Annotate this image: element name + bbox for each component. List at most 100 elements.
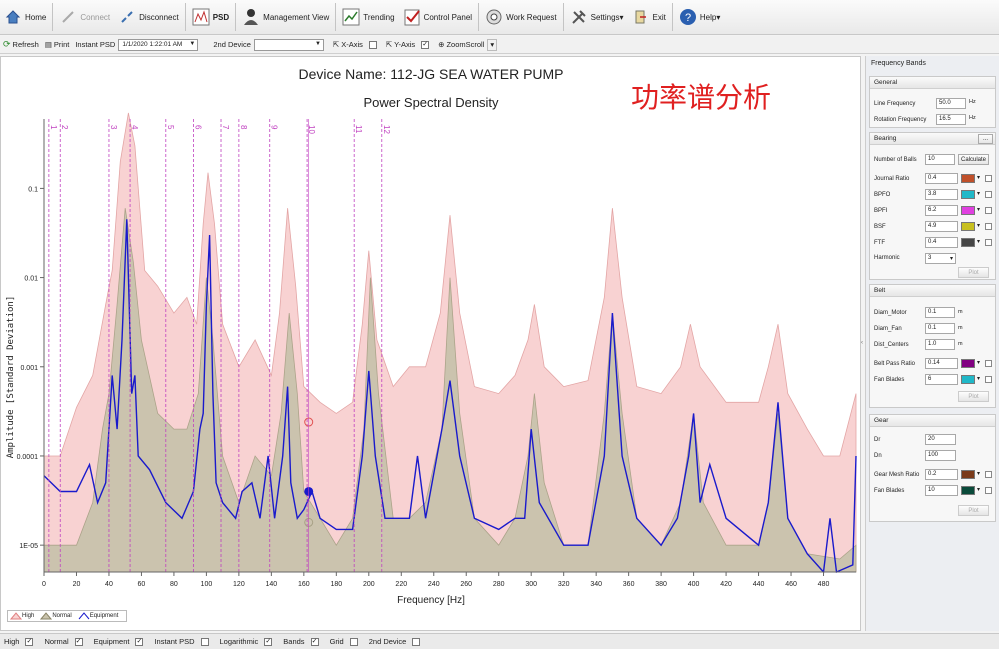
gear-dr-input[interactable]: 20 xyxy=(925,434,956,445)
harmonic-select[interactable]: 3 ▾ xyxy=(925,253,956,264)
high-checkbox[interactable]: ✓ xyxy=(25,637,34,646)
chevron-down-icon[interactable]: ▾ xyxy=(977,190,980,197)
x-axis-button[interactable]: ⇱ X-Axis xyxy=(330,36,366,54)
bearing-more-button[interactable]: ... xyxy=(978,134,993,144)
bpfi-checkbox[interactable] xyxy=(985,207,992,214)
instant-psd-select[interactable]: 1/1/2020 1:22:01 AM ▼ xyxy=(118,38,199,51)
chevron-down-icon[interactable]: ▾ xyxy=(977,486,980,493)
trending-button[interactable]: Trending xyxy=(338,0,398,35)
ftf-color-picker[interactable] xyxy=(961,238,975,247)
chevron-down-icon[interactable]: ▾ xyxy=(977,206,980,213)
plot-area[interactable]: 1 2 3 4 5 6 7 8 9 10 11 120 20 40 60 80 100 120 140 160 180 2… xyxy=(17,112,857,588)
calculate-button[interactable]: Calculate xyxy=(958,154,989,165)
home-button[interactable]: Home xyxy=(0,0,50,35)
help-button[interactable]: ? Help ▾ xyxy=(675,0,724,35)
main-toolbar: Home Connect Disconnect PSD Management V… xyxy=(0,0,999,35)
bands-checkbox[interactable]: ✓ xyxy=(310,637,319,646)
gear-group: Gear Dr 20 Dn 100 Gear Mesh Ratio 0.2 ▾ … xyxy=(869,414,996,522)
x-axis-checkbox[interactable] xyxy=(368,40,377,49)
exit-button[interactable]: Exit xyxy=(628,0,670,35)
belt-fan-blades-input[interactable]: 6 xyxy=(925,374,958,385)
bsf-label: BSF xyxy=(874,224,886,230)
journal-ratio-color-picker[interactable] xyxy=(961,174,975,183)
toggle-bands[interactable]: Bands ✓ xyxy=(279,637,325,646)
toggle-logarithmic[interactable]: Logarithmic ✓ xyxy=(216,637,280,646)
toggle-equipment[interactable]: Equipment ✓ xyxy=(90,637,151,646)
journal-ratio-input[interactable]: 0.4 xyxy=(925,173,958,184)
legend-item-normal[interactable]: Normal xyxy=(40,612,74,620)
exit-icon xyxy=(632,8,650,26)
ftf-label: FTF xyxy=(874,240,885,246)
instant-psd-checkbox[interactable] xyxy=(200,637,209,646)
gear-dn-input[interactable]: 100 xyxy=(925,450,956,461)
bpfo-checkbox[interactable] xyxy=(985,191,992,198)
chevron-down-icon[interactable]: ▾ xyxy=(977,238,980,245)
disconnect-button[interactable]: Disconnect xyxy=(114,0,183,35)
toggle-normal[interactable]: Normal ✓ xyxy=(40,637,89,646)
work-request-button[interactable]: Work Request xyxy=(481,0,561,35)
grid-checkbox[interactable] xyxy=(349,637,358,646)
rotation-frequency-input[interactable]: 16.5 xyxy=(936,114,966,125)
bpfo-color-picker[interactable] xyxy=(961,190,975,199)
gear-mesh-ratio-input[interactable]: 0.2 xyxy=(925,469,958,480)
equipment-checkbox[interactable]: ✓ xyxy=(135,637,144,646)
gear-fan-blades-checkbox[interactable] xyxy=(985,487,992,494)
belt-fan-blades-color-picker[interactable] xyxy=(961,375,975,384)
bsf-input[interactable]: 4.9 xyxy=(925,221,958,232)
belt-fan-blades-checkbox[interactable] xyxy=(985,376,992,383)
toggle-2nd-device[interactable]: 2nd Device xyxy=(365,637,428,646)
refresh-button[interactable]: ⟳ Refresh xyxy=(0,36,42,54)
belt-pass-ratio-color-picker[interactable] xyxy=(961,359,975,368)
y-axis-button[interactable]: ⇱ Y-Axis xyxy=(383,36,418,54)
logarithmic-checkbox[interactable]: ✓ xyxy=(264,637,273,646)
toggle-grid[interactable]: Grid xyxy=(326,637,365,646)
gear-fan-blades-input[interactable]: 10 xyxy=(925,485,958,496)
bsf-checkbox[interactable] xyxy=(985,223,992,230)
chevron-down-icon[interactable]: ▾ xyxy=(977,174,980,181)
y-axis-checkbox[interactable]: ✓ xyxy=(421,40,430,49)
management-view-button[interactable]: Management View xyxy=(238,0,333,35)
ftf-checkbox[interactable] xyxy=(985,239,992,246)
belt-pass-ratio-input[interactable]: 0.14 xyxy=(925,358,958,369)
normal-checkbox[interactable]: ✓ xyxy=(74,637,83,646)
psd-icon xyxy=(192,8,210,26)
bsf-color-picker[interactable] xyxy=(961,222,975,231)
x-tick-label: 400 xyxy=(688,581,700,588)
bearing-plot-button[interactable]: Plot xyxy=(958,267,989,278)
journal-ratio-checkbox[interactable] xyxy=(985,175,992,182)
legend-item-equipment[interactable]: Equipment xyxy=(78,612,122,620)
connect-button[interactable]: Connect xyxy=(55,0,114,35)
settings-button[interactable]: Settings ▾ xyxy=(566,0,628,35)
control-panel-button[interactable]: Control Panel xyxy=(399,0,476,35)
psd-button[interactable]: PSD xyxy=(188,0,233,35)
belt-plot-button[interactable]: Plot xyxy=(958,391,989,402)
gear-fan-blades-color-picker[interactable] xyxy=(961,486,975,495)
toggle-instant-psd[interactable]: Instant PSD xyxy=(150,637,215,646)
second-device-select[interactable]: ▼ xyxy=(253,38,324,51)
gear-mesh-ratio-color-picker[interactable] xyxy=(961,470,975,479)
gear-mesh-ratio-label: Gear Mesh Ratio xyxy=(874,472,920,478)
diam-motor-input[interactable]: 0.1 xyxy=(925,307,955,318)
bpfi-input[interactable]: 6.2 xyxy=(925,205,958,216)
gear-plot-button[interactable]: Plot xyxy=(958,505,989,516)
panel-collapse-icon[interactable]: ‹ xyxy=(861,340,863,346)
bpfo-input[interactable]: 3.8 xyxy=(925,189,958,200)
gear-mesh-ratio-checkbox[interactable] xyxy=(985,471,992,478)
toggle-high[interactable]: High ✓ xyxy=(0,637,40,646)
legend-item-high[interactable]: High xyxy=(10,612,37,620)
number-of-balls-input[interactable]: 10 xyxy=(925,154,955,165)
bpfi-color-picker[interactable] xyxy=(961,206,975,215)
chevron-down-icon[interactable]: ▾ xyxy=(977,375,980,382)
second-device-checkbox[interactable] xyxy=(412,637,421,646)
zoomscroll-button[interactable]: ⊕ ZoomScroll xyxy=(435,36,487,54)
dist-centers-input[interactable]: 1.0 xyxy=(925,339,955,350)
chevron-down-icon[interactable]: ▾ xyxy=(977,222,980,229)
ftf-input[interactable]: 0.4 xyxy=(925,237,958,248)
diam-fan-input[interactable]: 0.1 xyxy=(925,323,955,334)
line-frequency-input[interactable]: 50.0 xyxy=(936,98,966,109)
belt-pass-ratio-checkbox[interactable] xyxy=(985,360,992,367)
print-button[interactable]: ▤ Print xyxy=(42,36,73,54)
chevron-down-icon[interactable]: ▾ xyxy=(977,359,980,366)
chevron-down-icon[interactable]: ▾ xyxy=(977,470,980,477)
toolbar-overflow-button[interactable]: ▾ xyxy=(487,38,498,51)
